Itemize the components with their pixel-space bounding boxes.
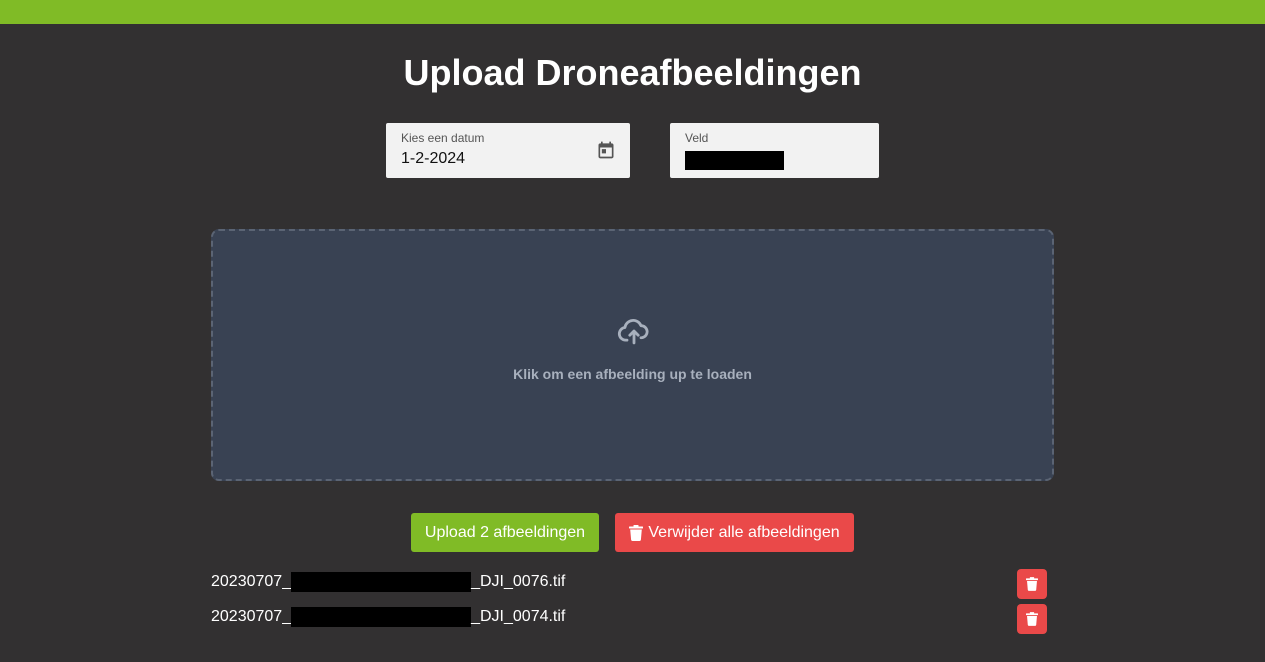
file-list-item: 20230707_ _DJI_0076.tif (211, 569, 1054, 599)
trash-icon (629, 524, 644, 541)
cloud-upload-icon (617, 319, 649, 345)
file-name-redacted (291, 572, 472, 592)
delete-all-images-label: Verwijder alle afbeeldingen (648, 523, 840, 541)
field-select-value-redacted (685, 151, 784, 170)
file-name-prefix: 20230707_ (211, 573, 292, 590)
field-select-label: Veld (685, 131, 709, 145)
file-name-suffix: _DJI_0076.tif (471, 573, 566, 590)
page-title: Upload Droneafbeeldingen (403, 52, 862, 93)
file-list-item: 20230707_ _DJI_0074.tif (211, 604, 1054, 634)
field-select[interactable]: Veld (670, 123, 879, 178)
top-bar (0, 0, 1265, 24)
file-name-prefix: 20230707_ (211, 608, 292, 625)
calendar-icon[interactable] (596, 140, 616, 160)
upload-images-label: Upload 2 afbeeldingen (424, 523, 586, 541)
trash-icon (1026, 577, 1038, 591)
delete-file-button[interactable] (1017, 604, 1047, 634)
date-field-label: Kies een datum (401, 131, 485, 145)
date-picker-field[interactable]: Kies een datum 1-2-2024 (386, 123, 630, 178)
file-name: 20230707_ _DJI_0074.tif (211, 607, 565, 627)
dropzone-label: Klik om een afbeelding up te loaden (513, 366, 752, 382)
trash-icon (1026, 612, 1038, 626)
delete-file-button[interactable] (1017, 569, 1047, 599)
file-name: 20230707_ _DJI_0076.tif (211, 572, 565, 592)
delete-all-images-button[interactable]: Verwijder alle afbeeldingen (615, 513, 854, 552)
upload-images-button[interactable]: Upload 2 afbeeldingen (411, 513, 599, 552)
upload-dropzone[interactable]: Klik om een afbeelding up te loaden (211, 229, 1054, 481)
date-field-value[interactable]: 1-2-2024 (401, 150, 465, 168)
file-name-redacted (291, 607, 472, 627)
file-name-suffix: _DJI_0074.tif (471, 608, 566, 625)
